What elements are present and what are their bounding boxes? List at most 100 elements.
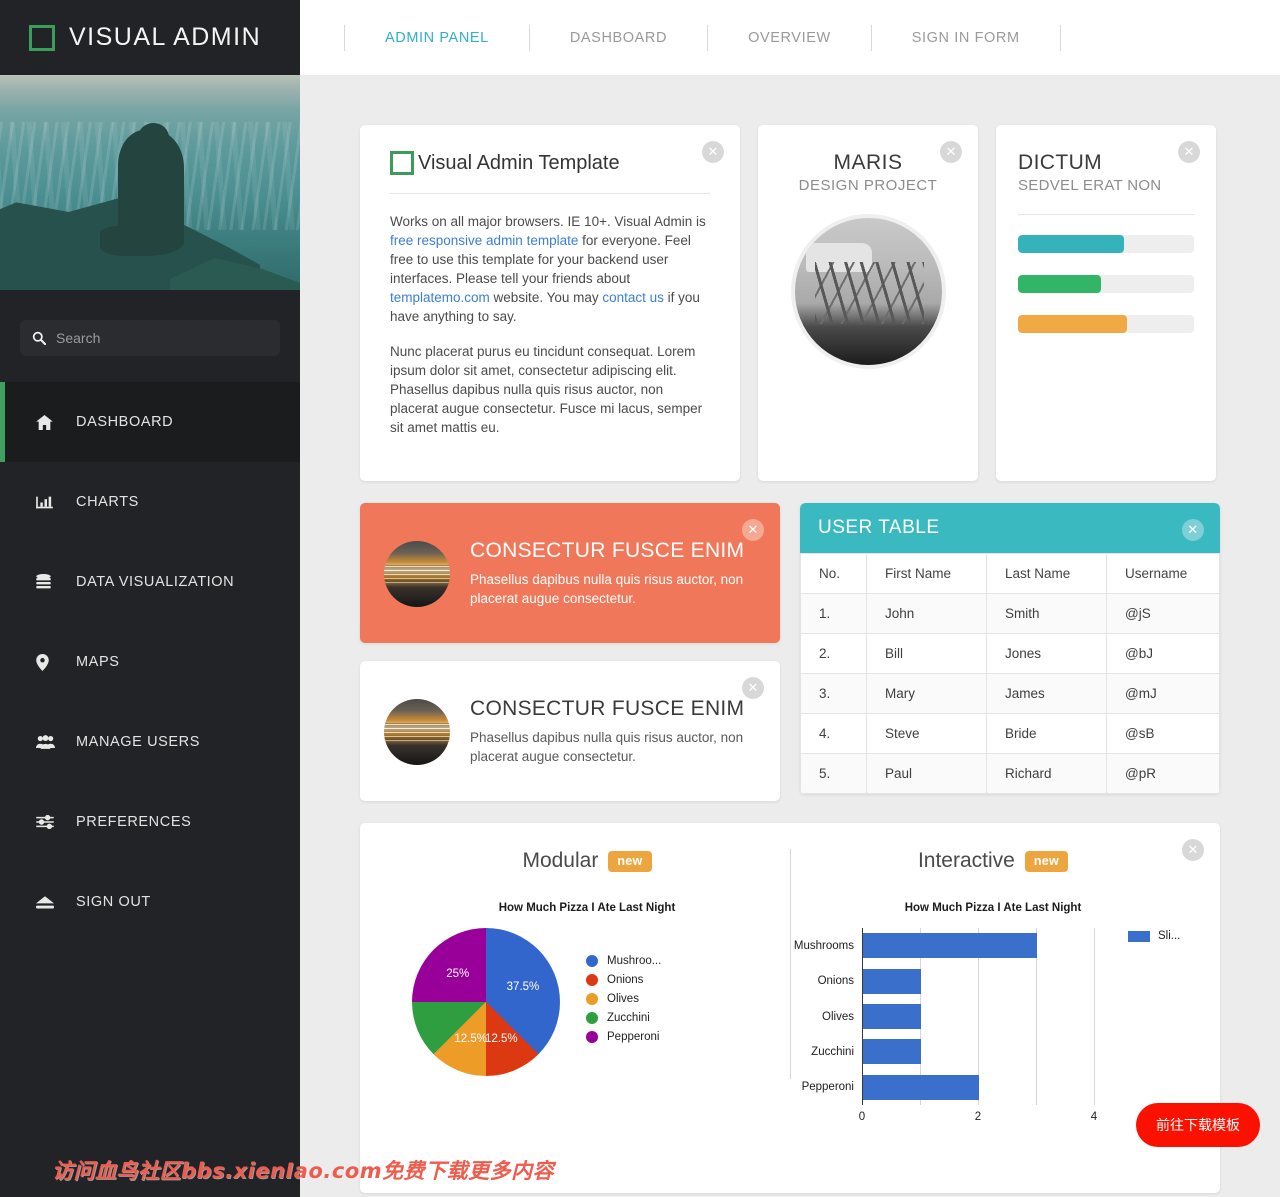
sidebar-item-label: DATA VISUALIZATION xyxy=(76,574,235,590)
user-table: No. First Name Last Name Username 1. Joh… xyxy=(800,553,1220,794)
pie-chart-heading: Modular new xyxy=(384,849,790,873)
pie-chart-title: How Much Pizza I Ate Last Night xyxy=(498,902,676,914)
table-row[interactable]: 4. Steve Bride @sB xyxy=(800,713,1220,754)
bar-row[interactable]: Pepperoni xyxy=(802,1074,979,1100)
download-template-button[interactable]: 前往下载模板 xyxy=(1136,1103,1260,1147)
legend-label: Sli... xyxy=(1158,930,1181,942)
cell-first-name: Mary xyxy=(866,673,987,714)
bar-row[interactable]: Onions xyxy=(818,968,921,994)
column-header-no: No. xyxy=(800,553,867,594)
users-icon xyxy=(36,735,64,749)
promo-title: CONSECTUR FUSCE ENIM xyxy=(470,539,745,562)
close-icon[interactable]: ✕ xyxy=(742,519,764,541)
search-input[interactable] xyxy=(56,330,268,346)
bar[interactable] xyxy=(863,1074,979,1100)
cell-username: @sB xyxy=(1106,713,1220,754)
column-header-first-name: First Name xyxy=(866,553,987,594)
sidebar-item-data-visualization[interactable]: DATA VISUALIZATION xyxy=(0,542,300,622)
legend-item[interactable]: Zucchini xyxy=(586,1011,661,1024)
bar-heading-text: Interactive xyxy=(917,849,1015,872)
sidebar-item-manage-users[interactable]: MANAGE USERS xyxy=(0,702,300,782)
legend-item[interactable]: Mushroo... xyxy=(586,954,661,967)
legend-item[interactable]: Olives xyxy=(586,992,661,1005)
promo-title: CONSECTUR FUSCE ENIM xyxy=(470,697,745,720)
maris-subtitle: DESIGN PROJECT xyxy=(798,177,938,194)
legend-item[interactable]: Pepperoni xyxy=(586,1030,661,1043)
promo-thumbnail xyxy=(384,541,450,607)
table-row[interactable]: 3. Mary James @mJ xyxy=(800,673,1220,714)
dictum-card: ✕ DICTUM SEDVEL ERAT NON xyxy=(996,125,1216,481)
pie-slice-label: 12.5% xyxy=(454,1032,487,1045)
intro-card-header: Visual Admin Template xyxy=(390,151,710,193)
hero-person-head xyxy=(138,123,169,152)
tab-overview[interactable]: OVERVIEW xyxy=(708,30,871,46)
pie-slice-label: 37.5% xyxy=(506,980,540,993)
sidebar-item-label: DASHBOARD xyxy=(76,414,174,430)
bar[interactable] xyxy=(863,933,1037,959)
cell-first-name: John xyxy=(866,593,987,634)
maris-photo xyxy=(790,214,946,369)
brand-logo[interactable]: VISUAL ADMIN xyxy=(0,0,300,75)
sidebar-item-label: SIGN OUT xyxy=(76,894,151,910)
pie-slice-label: 12.5% xyxy=(484,1032,518,1045)
progress-fill xyxy=(1018,275,1101,293)
promo-body: CONSECTUR FUSCE ENIM Phasellus dapibus n… xyxy=(470,683,756,766)
tab-dashboard[interactable]: DASHBOARD xyxy=(530,30,707,46)
intro-card-title: Visual Admin Template xyxy=(418,151,620,174)
sidebar-item-maps[interactable]: MAPS xyxy=(0,622,300,702)
database-icon xyxy=(36,574,64,590)
close-icon[interactable]: ✕ xyxy=(742,677,764,699)
close-icon[interactable]: ✕ xyxy=(702,141,724,163)
bar[interactable] xyxy=(863,968,921,994)
close-icon[interactable]: ✕ xyxy=(1178,141,1200,163)
sidebar-item-preferences[interactable]: PREFERENCES xyxy=(0,782,300,862)
bar[interactable] xyxy=(863,1004,921,1029)
table-row[interactable]: 5. Paul Richard @pR xyxy=(800,753,1220,794)
table-row[interactable]: 1. John Smith @jS xyxy=(800,593,1220,634)
cell-username: @pR xyxy=(1106,753,1220,794)
close-icon[interactable]: ✕ xyxy=(940,141,962,163)
map-pin-icon xyxy=(36,653,64,671)
sidebar-item-sign-out[interactable]: SIGN OUT xyxy=(0,862,300,942)
progress-bar-3 xyxy=(1018,315,1194,333)
sidebar: VISUAL ADMIN Search DASHBOARD CHARTS DAT… xyxy=(0,0,300,1197)
bar-row[interactable]: Olives xyxy=(822,1004,921,1029)
user-table-card: USER TABLE ✕ No. First Name Last Name Us… xyxy=(800,503,1220,794)
sidebar-item-charts[interactable]: CHARTS xyxy=(0,462,300,542)
link-free-template[interactable]: free responsive admin template xyxy=(390,233,578,248)
legend-divider xyxy=(790,849,791,1079)
pie-chart[interactable]: 37.5% 12.5% 12.5% 25% xyxy=(412,928,560,1076)
close-icon[interactable]: ✕ xyxy=(1182,519,1204,541)
bar-chart-panel: Interactive new How Much Pizza I Ate Las… xyxy=(790,849,1196,1193)
legend-swatch xyxy=(586,954,598,967)
bar-row[interactable]: Mushrooms xyxy=(794,933,1037,959)
admin-dashboard-page: VISUAL ADMIN Search DASHBOARD CHARTS DAT… xyxy=(0,0,1280,1197)
sidebar-item-dashboard[interactable]: DASHBOARD xyxy=(0,382,300,462)
legend-label: Zucchini xyxy=(607,1011,650,1024)
legend-label: Olives xyxy=(607,992,639,1005)
search-box[interactable] xyxy=(20,320,280,356)
intro-paragraph-2: Nunc placerat purus eu tincidunt consequ… xyxy=(390,344,703,435)
link-templatemo[interactable]: templatemo.com xyxy=(390,290,490,305)
tab-admin-panel[interactable]: ADMIN PANEL xyxy=(345,30,529,46)
bar-chart-title: How Much Pizza I Ate Last Night xyxy=(904,902,1082,914)
legend-item[interactable]: Onions xyxy=(586,973,661,986)
legend-swatch xyxy=(586,1011,598,1024)
divider xyxy=(1018,214,1194,215)
intro-text-c: website. You may xyxy=(489,290,603,305)
pie-chart-legend: Mushroo... Onions Olives Zucchini Pepperoni xyxy=(586,954,661,1050)
category-label: Mushrooms xyxy=(793,939,854,952)
gridline xyxy=(1094,928,1095,1105)
link-contact-us[interactable]: contact us xyxy=(602,290,664,305)
bar-chart-plot[interactable]: Mushrooms Onions Olives Zucchini Pepperoni 0 2… xyxy=(794,928,1097,1123)
tab-sign-in-form[interactable]: SIGN IN FORM xyxy=(872,30,1060,46)
sidebar-item-label: MANAGE USERS xyxy=(76,734,201,750)
table-row: No. First Name Last Name Username xyxy=(800,553,1220,594)
sidebar-hero-image xyxy=(0,75,300,290)
bar-chart-icon xyxy=(36,495,64,510)
bar[interactable] xyxy=(863,1039,921,1065)
top-bar: ADMIN PANEL DASHBOARD OVERVIEW SIGN IN F… xyxy=(300,0,1280,75)
bar-row[interactable]: Zucchini xyxy=(811,1039,921,1065)
pie-chart-panel: Modular new How Much Pizza I Ate Last Ni… xyxy=(384,849,790,1193)
table-row[interactable]: 2. Bill Jones @bJ xyxy=(800,633,1220,674)
